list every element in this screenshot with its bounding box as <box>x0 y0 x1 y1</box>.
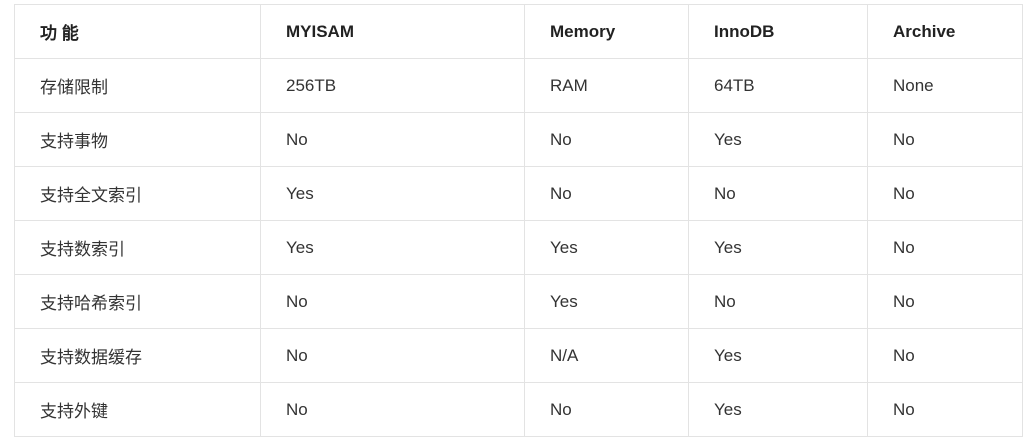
cell-innodb: No <box>688 274 868 329</box>
cell-myisam: Yes <box>260 166 525 221</box>
cell-innodb: Yes <box>688 382 868 437</box>
table-row: 支持数索引 Yes Yes Yes No <box>14 220 1023 275</box>
row-feature-label: 支持哈希索引 <box>14 274 261 329</box>
cell-memory: No <box>524 382 689 437</box>
header-memory: Memory <box>524 4 689 59</box>
header-row: 功 能 MYISAM Memory InnoDB Archive <box>14 4 1023 59</box>
cell-myisam: 256TB <box>260 58 525 113</box>
row-feature-label: 存储限制 <box>14 58 261 113</box>
cell-archive: No <box>867 382 1023 437</box>
cell-innodb: Yes <box>688 328 868 383</box>
cell-innodb: Yes <box>688 112 868 167</box>
cell-archive: No <box>867 112 1023 167</box>
table-row: 存储限制 256TB RAM 64TB None <box>14 58 1023 113</box>
table-row: 支持事物 No No Yes No <box>14 112 1023 167</box>
cell-innodb: No <box>688 166 868 221</box>
table-row: 支持全文索引 Yes No No No <box>14 166 1023 221</box>
table-header: 功 能 MYISAM Memory InnoDB Archive <box>14 4 1023 59</box>
cell-myisam: No <box>260 328 525 383</box>
header-feature: 功 能 <box>14 4 261 59</box>
cell-myisam: Yes <box>260 220 525 275</box>
cell-archive: No <box>867 166 1023 221</box>
header-archive: Archive <box>867 4 1023 59</box>
table-row: 支持数据缓存 No N/A Yes No <box>14 328 1023 383</box>
cell-innodb: 64TB <box>688 58 868 113</box>
cell-myisam: No <box>260 112 525 167</box>
row-feature-label: 支持全文索引 <box>14 166 261 221</box>
table-row: 支持哈希索引 No Yes No No <box>14 274 1023 329</box>
cell-archive: No <box>867 328 1023 383</box>
header-myisam: MYISAM <box>260 4 525 59</box>
cell-memory: N/A <box>524 328 689 383</box>
cell-archive: No <box>867 220 1023 275</box>
cell-memory: Yes <box>524 274 689 329</box>
table-row: 支持外键 No No Yes No <box>14 382 1023 437</box>
cell-archive: None <box>867 58 1023 113</box>
cell-memory: Yes <box>524 220 689 275</box>
cell-myisam: No <box>260 382 525 437</box>
cell-memory: No <box>524 166 689 221</box>
engine-comparison-table: 功 能 MYISAM Memory InnoDB Archive 存储限制 25… <box>14 4 1023 437</box>
cell-memory: No <box>524 112 689 167</box>
row-feature-label: 支持数索引 <box>14 220 261 275</box>
row-feature-label: 支持外键 <box>14 382 261 437</box>
cell-memory: RAM <box>524 58 689 113</box>
table-body: 存储限制 256TB RAM 64TB None 支持事物 No No Yes … <box>14 58 1023 437</box>
cell-myisam: No <box>260 274 525 329</box>
row-feature-label: 支持数据缓存 <box>14 328 261 383</box>
cell-archive: No <box>867 274 1023 329</box>
header-innodb: InnoDB <box>688 4 868 59</box>
cell-innodb: Yes <box>688 220 868 275</box>
row-feature-label: 支持事物 <box>14 112 261 167</box>
